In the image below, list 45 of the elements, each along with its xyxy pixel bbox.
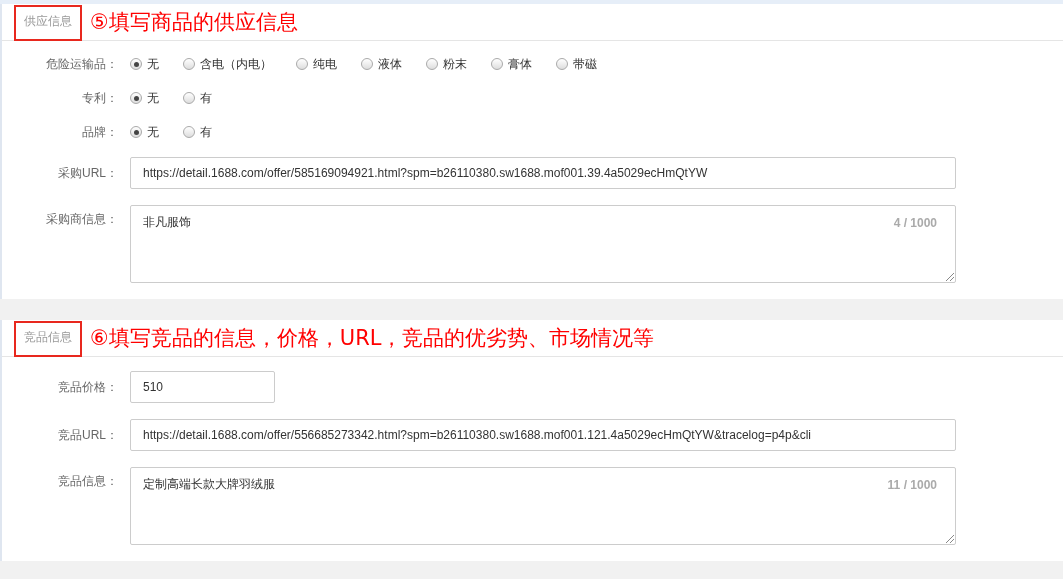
radio-icon[interactable] (183, 126, 195, 138)
field-label: 竞品URL： (57, 426, 119, 444)
text-area[interactable]: 非凡服饰 4 / 1000 (130, 205, 956, 283)
radio-icon[interactable] (130, 92, 142, 104)
field-label: 竞品信息： (57, 473, 119, 490)
option-label: 带磁 (573, 55, 597, 73)
option-label: 有 (200, 89, 212, 107)
annotation-text: ⑥填写竞品的信息，价格，URL，竞品的优劣势、市场情况等 (90, 325, 655, 351)
character-counter: 4 / 1000 (893, 216, 937, 230)
input-field[interactable]: 510 (130, 371, 275, 403)
text-value: 非凡服饰 (143, 215, 191, 229)
field-label: 专利： (81, 89, 119, 107)
option-label: 无 (147, 123, 159, 141)
input-field[interactable]: https://detail.1688.com/offer/556685273342.html?spm=b26110380.sw1688.mof001.121.4a5029ecHmQtYW&tracelog=p4p&cli (130, 419, 956, 451)
option-label: 无 (147, 55, 159, 73)
option-label: 液体 (378, 55, 402, 73)
option-label: 粉末 (443, 55, 467, 73)
radio-icon[interactable] (491, 58, 503, 70)
radio-icon[interactable] (361, 58, 373, 70)
radio-icon[interactable] (556, 58, 568, 70)
text-value: 定制高端长款大牌羽绒服 (143, 477, 275, 491)
resize-handle-icon[interactable] (946, 273, 954, 281)
input-field[interactable]: https://detail.1688.com/offer/585169094921.html?spm=b26110380.sw1688.mof001.39.4a5029ecHmQtYW (130, 157, 956, 189)
character-counter: 11 / 1000 (887, 478, 937, 492)
field-label: 竞品价格： (57, 378, 119, 396)
radio-icon[interactable] (130, 58, 142, 70)
resize-handle-icon[interactable] (946, 535, 954, 543)
section-title: 供应信息 (14, 5, 82, 41)
option-label: 纯电 (313, 55, 337, 73)
option-label: 有 (200, 123, 212, 141)
annotation-text: ⑤填写商品的供应信息 (90, 9, 298, 35)
option-label: 膏体 (508, 55, 532, 73)
option-label: 无 (147, 89, 159, 107)
option-label: 含电（内电） (200, 55, 272, 73)
field-label: 采购URL： (57, 164, 119, 182)
section-title: 竞品信息 (14, 321, 82, 357)
radio-icon[interactable] (130, 126, 142, 138)
field-label: 危险运输品： (45, 55, 119, 73)
radio-icon[interactable] (426, 58, 438, 70)
radio-icon[interactable] (183, 92, 195, 104)
radio-icon[interactable] (296, 58, 308, 70)
field-label: 采购商信息： (45, 211, 119, 228)
field-label: 品牌： (81, 123, 119, 141)
text-area[interactable]: 定制高端长款大牌羽绒服 11 / 1000 (130, 467, 956, 545)
radio-icon[interactable] (183, 58, 195, 70)
